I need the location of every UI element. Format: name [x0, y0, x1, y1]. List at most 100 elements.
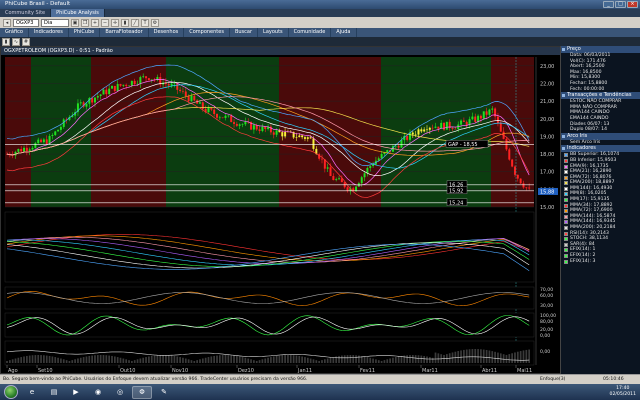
candle-icon[interactable]: ▮: [121, 18, 129, 27]
line-tool-icon[interactable]: ╱: [131, 18, 139, 27]
candle-body: [40, 139, 43, 143]
tendencia-row-label: MMA NÃO COMPRAR: [570, 104, 618, 110]
candle-body: [108, 88, 111, 95]
grid-icon[interactable]: #: [22, 37, 30, 46]
y-tick-label: 23,00: [540, 64, 554, 70]
menu-indicadores[interactable]: Indicadores: [29, 28, 69, 37]
phicube-icon[interactable]: Φ: [132, 385, 152, 399]
menu-desenhos[interactable]: Desenhos: [149, 28, 185, 37]
volume-bar: [233, 355, 235, 363]
candle-body: [261, 126, 264, 132]
candle-body: [216, 113, 218, 118]
settings-icon[interactable]: ⚙: [151, 18, 159, 27]
indicator-color-swatch[interactable]: [564, 226, 568, 231]
volume-bar: [511, 353, 513, 363]
indicator-color-swatch[interactable]: [564, 198, 568, 203]
tab-phicube-analysis[interactable]: PhiCube Analysis: [51, 9, 105, 17]
copy-icon[interactable]: ❐: [81, 18, 89, 27]
price-chart[interactable]: 23,0022,0021,0020,0019,0018,0017,0016,00…: [1, 47, 640, 375]
volume-bar: [414, 355, 417, 363]
volume-bar: [102, 355, 105, 363]
indicator-color-swatch[interactable]: [564, 209, 568, 214]
volume-bar: [519, 351, 522, 363]
ie-icon[interactable]: e: [22, 386, 42, 399]
volume-bar: [465, 349, 468, 363]
indicator-color-swatch[interactable]: [564, 203, 568, 208]
indicator-color-swatch[interactable]: [564, 181, 568, 186]
indicator-row-label: MMA(34): 17,8892: [570, 202, 613, 208]
menu-grafico[interactable]: Gráfico: [0, 28, 29, 37]
menu-ajuda[interactable]: Ajuda: [331, 28, 357, 37]
ticker-input[interactable]: OGXP3: [13, 18, 39, 27]
volume-bar: [369, 357, 372, 363]
chrome-icon[interactable]: ◎: [110, 386, 130, 399]
menu-barra-floteador[interactable]: BarraFloteador: [100, 28, 149, 37]
chart-type-icon[interactable]: ▮: [2, 37, 10, 46]
preco-header[interactable]: Preço: [561, 46, 640, 53]
indicator-color-swatch[interactable]: [564, 164, 568, 169]
menu-comunidade[interactable]: Comunidade: [289, 28, 332, 37]
volume-bar: [150, 355, 153, 363]
candle-body: [417, 129, 420, 135]
candle-body: [224, 115, 227, 118]
indicator-color-swatch[interactable]: [564, 237, 568, 242]
indicator-color-swatch[interactable]: [564, 170, 568, 175]
start-button[interactable]: [4, 385, 18, 399]
volume-bar: [431, 357, 434, 363]
minimize-icon[interactable]: _: [603, 1, 614, 8]
volume-bar: [159, 355, 162, 363]
menu-phicube[interactable]: PhiCube: [69, 28, 101, 37]
indicator-color-swatch[interactable]: [564, 153, 568, 158]
volume-bar: [201, 358, 204, 363]
volume-bar: [468, 349, 471, 363]
volume-bar: [173, 355, 176, 363]
indicator-color-swatch[interactable]: [564, 248, 568, 253]
zoom-in-icon[interactable]: +: [91, 18, 99, 27]
indicator-color-swatch[interactable]: [564, 158, 568, 163]
tendencias-list: ESTOC NÃO COMPRAR MMA NÃO COMPRAR MMA144 C…: [561, 99, 640, 133]
paint-icon[interactable]: ✎: [154, 386, 174, 399]
crosshair-icon[interactable]: ✛: [111, 18, 119, 27]
arco-iris-header[interactable]: Arco Iris: [561, 132, 640, 140]
indicator-color-swatch[interactable]: [564, 220, 568, 225]
maximize-icon[interactable]: □: [615, 1, 626, 8]
print-icon[interactable]: ▣: [71, 18, 79, 27]
candle-body: [321, 158, 323, 160]
tab-community-site[interactable]: Community Site: [0, 9, 52, 17]
indicator-color-swatch[interactable]: [564, 175, 568, 180]
text-tool-icon[interactable]: T: [141, 18, 149, 27]
chart-header: OGXPETROLEOM (OGXP3.D) - 0:51 - Padrão: [1, 47, 561, 55]
menu-componentes[interactable]: Componentes: [184, 28, 230, 37]
period-select[interactable]: Dia: [41, 18, 69, 27]
indicator-color-swatch[interactable]: [564, 242, 568, 247]
candle-body: [252, 125, 255, 130]
candle-body: [528, 187, 531, 189]
candle-body: [275, 130, 278, 135]
folder-icon[interactable]: ▤: [44, 386, 64, 399]
indicator-color-swatch[interactable]: [564, 192, 568, 197]
indicator-color-swatch[interactable]: [564, 254, 568, 258]
menu-layouts[interactable]: Layouts: [258, 28, 289, 37]
window-controls: _ □ ×: [603, 1, 638, 8]
volume-bar: [443, 354, 445, 363]
back-icon[interactable]: ◂: [3, 18, 11, 27]
indicator-color-swatch[interactable]: [564, 259, 568, 264]
firefox-icon[interactable]: ◉: [88, 386, 108, 399]
close-icon[interactable]: ×: [627, 1, 638, 8]
indicator-row-label: BB Superior: 16,1074: [570, 152, 620, 158]
indicator-icon[interactable]: ∿: [12, 37, 20, 46]
volume-bar: [278, 355, 281, 363]
volume-bar: [437, 353, 440, 363]
media-icon[interactable]: ▶: [66, 386, 86, 399]
volume-bar: [397, 356, 400, 363]
indicator-color-swatch[interactable]: [564, 214, 568, 219]
indicator-color-swatch[interactable]: [564, 186, 568, 191]
volume-bar: [162, 355, 164, 363]
volume-bar: [306, 357, 309, 363]
candle-body: [187, 96, 190, 102]
zoom-out-icon[interactable]: −: [101, 18, 109, 27]
candle-body: [338, 178, 341, 180]
menu-buscar[interactable]: Buscar: [230, 28, 259, 37]
volume-bar: [136, 359, 139, 363]
indicator-color-swatch[interactable]: [564, 231, 568, 236]
